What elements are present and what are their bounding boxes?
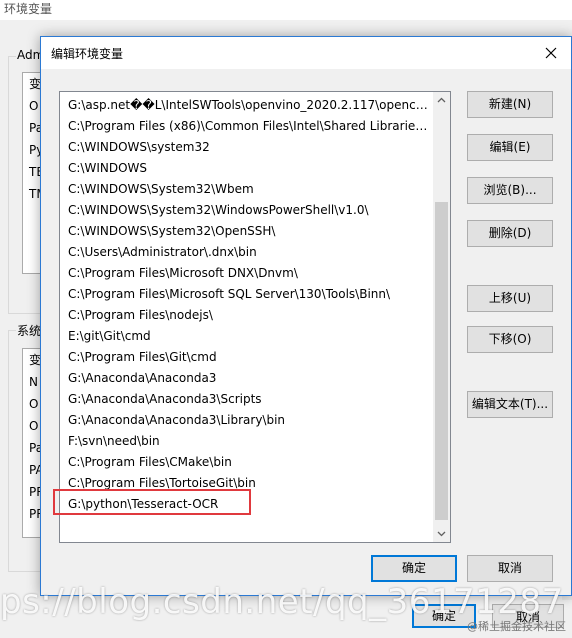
- scroll-down-arrow[interactable]: [433, 525, 450, 542]
- path-list-item[interactable]: C:\WINDOWS\System32\OpenSSH\: [60, 221, 432, 242]
- browse-button[interactable]: 浏览(B)...: [467, 177, 553, 204]
- path-list-item[interactable]: C:\WINDOWS\System32\WindowsPowerShell\v1…: [60, 200, 432, 221]
- bg-window-title: 环境变量: [4, 2, 53, 16]
- path-list-item[interactable]: C:\WINDOWS\System32\Wbem: [60, 179, 432, 200]
- path-list-item[interactable]: C:\Program Files\CMake\bin: [60, 452, 432, 473]
- path-list-item[interactable]: C:\Program Files\TortoiseGit\bin: [60, 473, 432, 494]
- new-button[interactable]: 新建(N): [467, 91, 553, 118]
- path-list-item[interactable]: G:\python\Tesseract-OCR: [60, 494, 432, 515]
- path-list-item[interactable]: C:\Program Files\Microsoft DNX\Dnvm\: [60, 263, 432, 284]
- chevron-down-icon: [433, 529, 450, 538]
- bg-titlebar: [0, 0, 572, 20]
- move-up-button[interactable]: 上移(U): [467, 285, 553, 312]
- scroll-up-arrow[interactable]: [433, 92, 450, 109]
- path-list-item[interactable]: C:\Program Files (x86)\Common Files\Inte…: [60, 116, 432, 137]
- path-list-item[interactable]: C:\WINDOWS\system32: [60, 137, 432, 158]
- path-list-item[interactable]: C:\WINDOWS: [60, 158, 432, 179]
- close-icon: [539, 41, 563, 65]
- dialog-title: 编辑环境变量: [51, 47, 124, 61]
- path-list-item[interactable]: E:\git\Git\cmd: [60, 326, 432, 347]
- path-list-item[interactable]: F:\svn\need\bin: [60, 431, 432, 452]
- path-list-scrollbar[interactable]: [433, 92, 450, 542]
- path-list-item[interactable]: G:\Anaconda\Anaconda3: [60, 368, 432, 389]
- move-down-button[interactable]: 下移(O): [467, 326, 553, 353]
- path-list-item[interactable]: C:\Program Files\Git\cmd: [60, 347, 432, 368]
- path-list-item[interactable]: G:\asp.net��L\IntelSWTools\openvino_2020…: [60, 95, 432, 116]
- cancel-button[interactable]: 取消: [467, 555, 553, 582]
- path-list-item[interactable]: C:\Users\Administrator\.dnx\bin: [60, 242, 432, 263]
- close-button[interactable]: [539, 41, 563, 65]
- path-list-item[interactable]: C:\Program Files\nodejs\: [60, 305, 432, 326]
- path-list-item[interactable]: G:\Anaconda\Anaconda3\Scripts: [60, 389, 432, 410]
- edit-button[interactable]: 编辑(E): [467, 134, 553, 161]
- path-list-item[interactable]: G:\Anaconda\Anaconda3\Library\bin: [60, 410, 432, 431]
- scroll-thumb[interactable]: [435, 202, 448, 520]
- path-list[interactable]: G:\asp.net��L\IntelSWTools\openvino_2020…: [59, 91, 451, 543]
- edit-environment-variable-dialog: 编辑环境变量 G:\asp.net��L\IntelSWTools\openvi…: [40, 36, 572, 596]
- site-badge-watermark: @稀土掘金技术社区: [467, 620, 566, 633]
- chevron-up-icon: [433, 96, 450, 105]
- path-list-item[interactable]: C:\Program Files\Microsoft SQL Server\13…: [60, 284, 432, 305]
- delete-button[interactable]: 删除(D): [467, 220, 553, 247]
- system-variables-label: 系统: [16, 322, 43, 339]
- edit-text-button[interactable]: 编辑文本(T)...: [467, 391, 553, 418]
- ok-button[interactable]: 确定: [371, 555, 457, 582]
